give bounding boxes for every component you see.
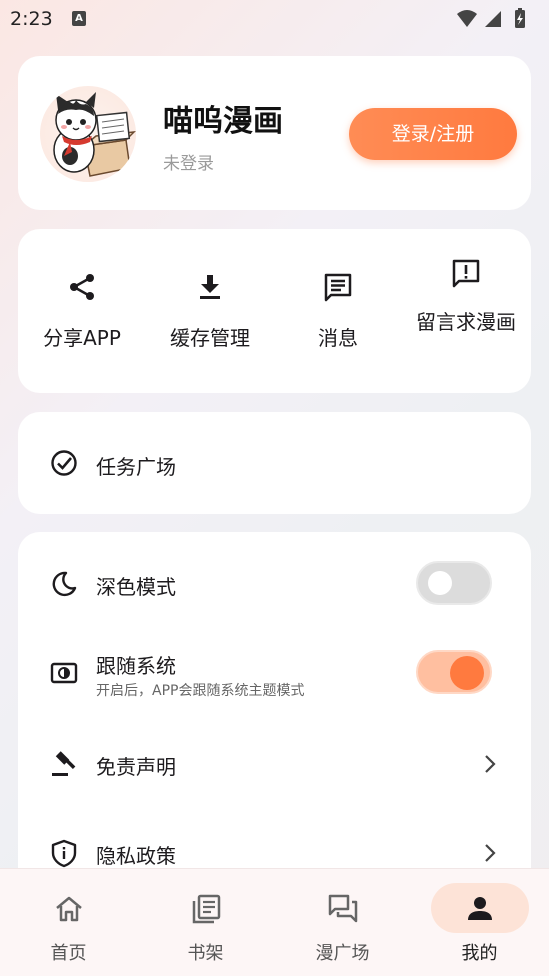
battery-icon: [515, 8, 525, 28]
quick-actions-card: 分享APP 缓存管理 消息 留言求漫画: [18, 229, 531, 393]
nav-mine[interactable]: 我的: [411, 869, 548, 976]
nav-home[interactable]: 首页: [0, 869, 137, 976]
login-status: 未登录: [163, 154, 214, 174]
nav-bookshelf-label: 书架: [187, 943, 224, 964]
toggle-knob: [428, 571, 452, 595]
task-square-row[interactable]: 任务广场: [18, 412, 531, 514]
gavel-icon: [52, 751, 76, 776]
moon-icon: [52, 571, 77, 597]
profile-card: 喵呜漫画 未登录 登录/注册: [18, 56, 531, 210]
nav-home-label: 首页: [50, 943, 87, 964]
nav-comic-square[interactable]: 漫广场: [274, 869, 411, 976]
feedback-icon: [452, 259, 480, 288]
follow-system-toggle[interactable]: [416, 650, 492, 694]
status-bar: 2:23 A: [0, 0, 549, 38]
notification-icon: A: [72, 11, 86, 26]
settings-card: 深色模式 跟随系统 开启后，APP会跟随系统主题模式 免责声明 隐私政策: [18, 532, 531, 892]
home-icon: [55, 896, 82, 922]
share-app-label: 分享APP: [43, 326, 121, 350]
nav-mine-label: 我的: [461, 943, 498, 964]
follow-system-description: 开启后，APP会跟随系统主题模式: [96, 683, 305, 699]
status-time: 2:23: [10, 8, 53, 30]
forum-icon: [328, 894, 357, 923]
request-comic-label: 留言求漫画: [416, 310, 516, 334]
chevron-right-icon: [485, 755, 496, 773]
shield-icon: [51, 839, 77, 868]
nav-bookshelf[interactable]: 书架: [137, 869, 274, 976]
cache-manage-button[interactable]: 缓存管理: [146, 229, 274, 393]
request-comic-button[interactable]: 留言求漫画: [402, 229, 530, 393]
share-app-button[interactable]: 分享APP: [18, 229, 146, 393]
privacy-label: 隐私政策: [96, 844, 176, 868]
dark-mode-toggle[interactable]: [416, 561, 492, 605]
messages-label: 消息: [318, 326, 358, 350]
message-icon: [324, 273, 352, 302]
brightness-icon: [50, 662, 78, 684]
task-square-label: 任务广场: [96, 455, 176, 479]
nav-comic-square-label: 漫广场: [315, 943, 370, 964]
signal-icon: [485, 11, 501, 27]
wifi-icon: [457, 10, 477, 27]
cache-manage-label: 缓存管理: [170, 326, 250, 350]
app-name: 喵呜漫画: [163, 104, 283, 139]
bottom-nav: 首页 书架 漫广场 我的: [0, 868, 549, 976]
dark-mode-label: 深色模式: [96, 575, 176, 599]
system-status-icons: [455, 8, 537, 34]
person-icon: [467, 897, 492, 920]
avatar[interactable]: [40, 86, 136, 182]
toggle-knob: [450, 656, 484, 690]
download-icon: [200, 275, 220, 299]
login-register-button[interactable]: 登录/注册: [349, 108, 517, 160]
disclaimer-label: 免责声明: [96, 755, 176, 779]
bookshelf-icon: [192, 894, 220, 924]
messages-button[interactable]: 消息: [274, 229, 402, 393]
share-icon: [70, 274, 94, 300]
check-circle-icon: [51, 450, 77, 476]
follow-system-label: 跟随系统: [96, 654, 176, 678]
cat-mascot-icon: [53, 92, 136, 177]
chevron-right-icon: [485, 844, 496, 862]
